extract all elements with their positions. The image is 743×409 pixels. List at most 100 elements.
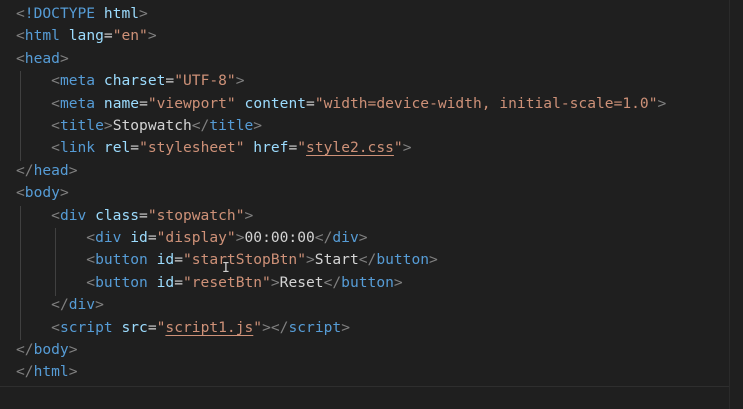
token-txt: 00:00:00 — [244, 229, 315, 246]
code-line[interactable]: <link rel="stylesheet" href="style2.css"… — [16, 137, 411, 159]
code-line[interactable]: <meta name="viewport" content="width=dev… — [16, 93, 666, 115]
token-br: < — [51, 318, 60, 336]
token-br: > — [306, 251, 315, 269]
token-br: > — [68, 363, 78, 381]
token-br: < — [16, 49, 25, 67]
token-tag: div — [332, 229, 359, 246]
code-line[interactable]: <script src="script1.js"></script> — [16, 317, 350, 339]
token-br: </ — [16, 363, 34, 381]
code-line[interactable]: </html> — [16, 361, 78, 383]
code-line[interactable]: </head> — [16, 160, 78, 182]
token-br: > — [657, 94, 667, 112]
token-str: "stopwatch" — [147, 206, 245, 224]
code-line[interactable]: <button id="resetBtn">Reset</button> — [16, 272, 402, 294]
token-txt: Start — [314, 251, 359, 269]
token-eq: = — [139, 206, 148, 224]
token-str: "width=device-width, initial-scale=1.0" — [314, 94, 658, 112]
token-br: < — [16, 184, 25, 202]
token-tag: script — [59, 318, 113, 336]
token-br: > — [139, 5, 148, 22]
token-br: < — [51, 72, 60, 90]
token-tag: div — [68, 296, 96, 314]
token-txt: Stopwatch — [112, 117, 192, 134]
token-br: > — [270, 273, 280, 291]
token-tag: button — [341, 273, 394, 291]
linked-path[interactable]: style2.css — [306, 139, 394, 156]
token-br: < — [51, 139, 60, 157]
code-line[interactable]: </body> — [16, 339, 78, 361]
current-line-highlight — [0, 386, 743, 408]
token-attr: content — [244, 94, 307, 112]
token-br: </ — [314, 229, 333, 246]
token-br: > — [341, 318, 350, 336]
code-line[interactable]: <title>Stopwatch</title> — [16, 115, 262, 137]
token-br: > — [147, 27, 157, 45]
token-br: < — [86, 229, 96, 246]
token-eq: = — [165, 72, 175, 90]
token-str: "en" — [112, 27, 148, 45]
token-br: > — [253, 117, 263, 134]
token-br: > — [95, 296, 104, 314]
token-br: < — [86, 251, 96, 269]
token-tag: meta — [59, 94, 96, 112]
token-tag: head — [33, 161, 69, 179]
token-br: </ — [323, 273, 342, 291]
code-line[interactable]: <meta charset="UTF-8"> — [16, 70, 244, 92]
code-line[interactable]: <div class="stopwatch"> — [16, 205, 253, 227]
token-eq: = — [174, 251, 183, 269]
code-line[interactable]: <div id="display">00:00:00</div> — [16, 227, 367, 249]
token-br: > — [59, 49, 69, 67]
token-br: </ — [191, 117, 210, 134]
token-eq: = — [147, 318, 157, 336]
token-tag: body — [24, 184, 60, 202]
code-line[interactable]: <head> — [16, 48, 69, 70]
token-attr: href — [253, 139, 289, 157]
token-eq: = — [139, 94, 148, 112]
indent-guide-head — [20, 71, 21, 161]
code-line[interactable]: <html lang="en"> — [16, 25, 157, 47]
token-tag: meta — [59, 72, 96, 90]
token-br: > — [59, 184, 69, 202]
token-attr: rel — [103, 139, 131, 157]
token-br: > — [68, 161, 78, 179]
token-br: < — [51, 206, 60, 224]
token-br: < — [16, 27, 25, 45]
indent-guide-body — [20, 206, 21, 340]
token-br: > — [244, 206, 254, 224]
token-attr: id — [130, 229, 148, 246]
token-br: </ — [270, 318, 289, 336]
token-tag: div — [95, 229, 122, 246]
token-attr: html — [103, 5, 140, 22]
code-line[interactable]: <!DOCTYPE html> — [16, 3, 148, 25]
token-eq: = — [147, 229, 157, 246]
token-eq: = — [174, 273, 183, 291]
linked-path[interactable]: script1.js — [165, 319, 253, 336]
token-tag: html — [33, 363, 69, 381]
token-attr: class — [95, 206, 140, 224]
token-str: "viewport" — [147, 94, 236, 112]
token-str: "UTF-8" — [174, 72, 236, 90]
code-line[interactable]: <body> — [16, 182, 69, 204]
token-br: > — [68, 341, 78, 358]
code-line[interactable]: </div> — [16, 294, 104, 316]
token-tag: title — [209, 117, 254, 134]
token-attr: name — [103, 94, 140, 112]
token-str: " — [253, 318, 263, 336]
vertical-scrollbar[interactable] — [729, 0, 743, 409]
code-editor[interactable]: <!DOCTYPE html> <html lang="en"> <head> <m… — [0, 0, 743, 409]
token-tag: !DOCTYPE — [24, 5, 96, 22]
